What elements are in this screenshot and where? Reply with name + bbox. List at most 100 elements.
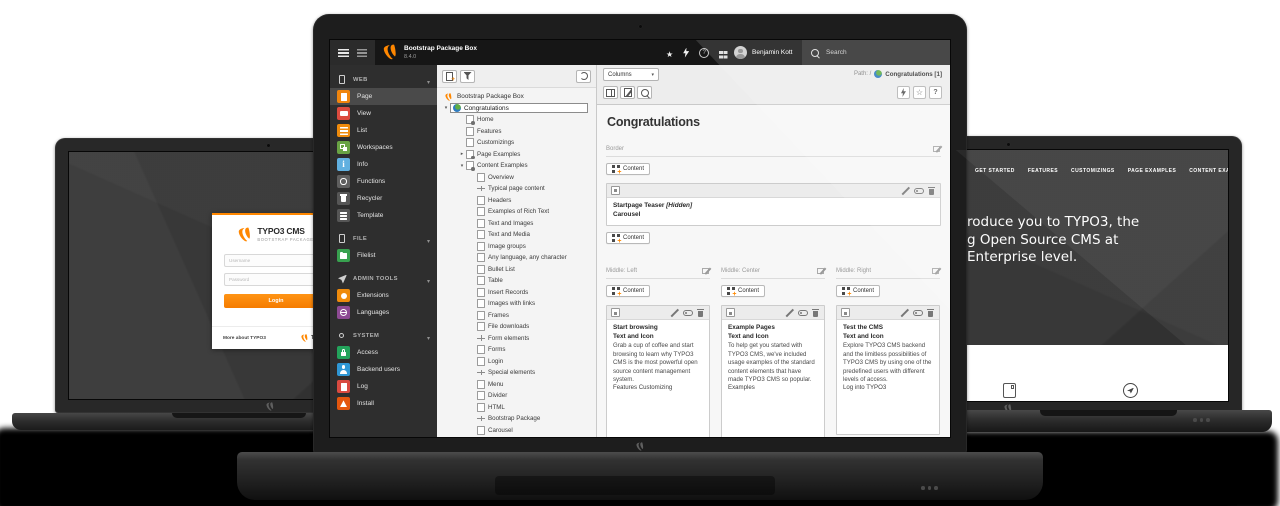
pagetree-toggle-icon[interactable] [357, 49, 367, 57]
module-menu-row[interactable]: SYSTEM [330, 328, 437, 344]
tree-item[interactable]: Bullet List [437, 264, 596, 276]
module-menu-row[interactable]: Extensions [330, 287, 437, 304]
module-menu-row[interactable]: FILE [330, 231, 437, 247]
edit-column-icon[interactable] [933, 145, 941, 153]
tree-item[interactable]: Customizings [437, 137, 596, 149]
module-menu-row[interactable]: Page [330, 88, 437, 105]
tree-item[interactable]: Text and Images [437, 218, 596, 230]
delete-icon[interactable] [696, 308, 705, 317]
module-menu-row[interactable]: Info [330, 156, 437, 173]
tree-caret-icon[interactable] [442, 105, 450, 111]
add-content-button[interactable]: Content [836, 285, 880, 297]
refresh-button[interactable] [576, 70, 591, 83]
user-menu[interactable]: Benjamin Kott [734, 40, 792, 65]
module-menu-row[interactable]: Install [330, 395, 437, 412]
tree-item[interactable]: Form elements [437, 333, 596, 345]
module-menu-row[interactable]: Template [330, 207, 437, 224]
module-menu-row[interactable]: Access [330, 344, 437, 361]
add-content-button[interactable]: Content [721, 285, 765, 297]
module-menu-row[interactable]: Functions [330, 173, 437, 190]
tree-item[interactable]: Frames [437, 310, 596, 322]
search-button[interactable] [637, 86, 652, 99]
visibility-toggle-icon[interactable] [914, 186, 923, 195]
tree-item[interactable]: Any language, any character [437, 252, 596, 264]
tree-item[interactable]: Menu [437, 379, 596, 391]
tree-item[interactable]: Divider [437, 390, 596, 402]
edit-icon[interactable] [900, 308, 909, 317]
module-menu-row[interactable]: Filelist [330, 247, 437, 264]
new-page-button[interactable] [442, 70, 457, 83]
tree-item[interactable]: Carousel [437, 425, 596, 437]
help-icon[interactable] [699, 48, 709, 58]
modules-grid-icon[interactable] [719, 51, 723, 55]
visibility-toggle-icon[interactable] [798, 308, 807, 317]
tree-item[interactable]: HTML [437, 402, 596, 414]
module-menu-row[interactable]: Backend users [330, 361, 437, 378]
edit-icon[interactable] [785, 308, 794, 317]
bookmark-button[interactable] [913, 86, 926, 99]
tree-item-selected[interactable]: Congratulations [437, 103, 596, 115]
module-menu-row[interactable]: Languages [330, 304, 437, 321]
card-links[interactable]: Examples [728, 384, 818, 392]
columns-select[interactable]: Columns [603, 68, 659, 81]
tree-caret-icon[interactable]: ▾ [458, 163, 466, 169]
tree-item[interactable]: Accordion [437, 436, 596, 437]
visibility-toggle-icon[interactable] [683, 308, 692, 317]
tree-caret-icon[interactable]: ▸ [458, 151, 466, 157]
edit-page-button[interactable] [620, 86, 635, 99]
edit-icon[interactable] [670, 308, 679, 317]
tree-item[interactable]: Features [437, 126, 596, 138]
site-nav-item[interactable]: PAGE EXAMPLES [1128, 168, 1177, 174]
tree-item[interactable]: Examples of Rich Text [437, 206, 596, 218]
tree-item[interactable]: File downloads [437, 321, 596, 333]
more-about-typo3-link[interactable]: More about TYPO3 [223, 336, 266, 341]
tree-item[interactable]: Forms [437, 344, 596, 356]
tree-item[interactable]: Login [437, 356, 596, 368]
visibility-toggle-icon[interactable] [913, 308, 922, 317]
add-content-button[interactable]: Content [606, 163, 650, 175]
module-menu-row[interactable]: View [330, 105, 437, 122]
edit-column-icon[interactable] [702, 267, 710, 275]
tree-item[interactable]: Overview [437, 172, 596, 184]
tree-item[interactable]: Special elements [437, 367, 596, 379]
edit-column-icon[interactable] [817, 267, 825, 275]
module-menu-row[interactable]: List [330, 122, 437, 139]
bookmark-icon[interactable] [666, 44, 673, 62]
module-menu-row[interactable]: Log [330, 378, 437, 395]
tree-item[interactable]: Image groups [437, 241, 596, 253]
module-menu-row[interactable]: Recycler [330, 190, 437, 207]
delete-icon[interactable] [811, 308, 820, 317]
tree-item[interactable]: Text and Media [437, 229, 596, 241]
edit-icon[interactable] [901, 186, 910, 195]
filter-button[interactable] [460, 70, 475, 83]
tree-item[interactable]: ▾ Content Examples [437, 160, 596, 172]
tree-item[interactable]: Home [437, 114, 596, 126]
view-mode-button[interactable] [603, 86, 618, 99]
search-input[interactable] [824, 48, 923, 57]
add-content-button[interactable]: Content [606, 232, 650, 244]
tree-item[interactable]: Insert Records [437, 287, 596, 299]
tree-root[interactable]: Bootstrap Package Box [437, 91, 596, 103]
module-menu-row[interactable]: Workspaces [330, 139, 437, 156]
clear-cache-button[interactable] [897, 86, 910, 99]
tree-item[interactable]: Headers [437, 195, 596, 207]
card-links[interactable]: Log into TYPO3 [843, 384, 933, 392]
site-nav-item[interactable]: CONTENT EXAMPLES [1189, 168, 1228, 174]
tree-item[interactable]: Images with links [437, 298, 596, 310]
site-nav-item[interactable]: FEATURES [1028, 168, 1058, 174]
delete-icon[interactable] [926, 308, 935, 317]
site-nav-item[interactable]: GET STARTED [975, 168, 1015, 174]
delete-icon[interactable] [927, 186, 936, 195]
tree-item[interactable]: ▸ Page Examples [437, 149, 596, 161]
help-button[interactable] [929, 86, 942, 99]
site-nav-item[interactable]: CUSTOMIZINGS [1071, 168, 1115, 174]
tree-item[interactable]: Table [437, 275, 596, 287]
module-menu-row[interactable]: WEB [330, 72, 437, 88]
tree-item[interactable]: Typical page content [437, 183, 596, 195]
menu-toggle-icon[interactable] [338, 49, 349, 57]
clear-cache-icon[interactable] [683, 48, 689, 58]
card-links[interactable]: Features Customizing [613, 384, 703, 392]
module-menu-row[interactable]: ADMIN TOOLS [330, 271, 437, 287]
add-content-button[interactable]: Content [606, 285, 650, 297]
edit-column-icon[interactable] [932, 267, 940, 275]
